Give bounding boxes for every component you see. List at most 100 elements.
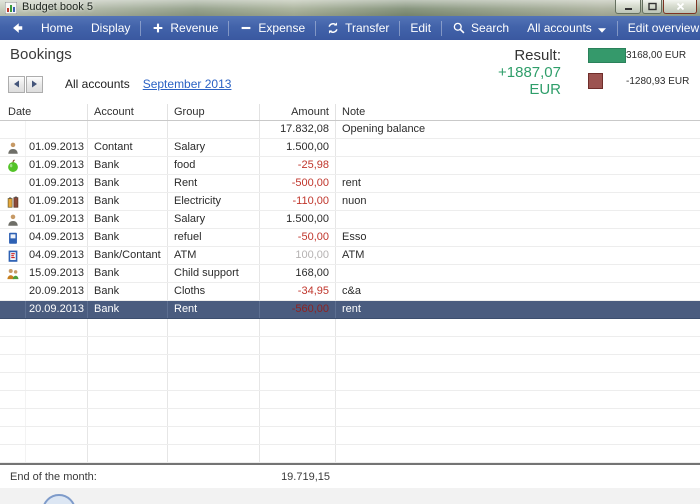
table-row-selected[interactable]: 20.09.2013BankRent-560,00rent <box>0 301 700 319</box>
cell-account: Bank <box>88 157 168 174</box>
column-header-note[interactable]: Note <box>336 104 700 120</box>
family-icon <box>0 265 26 282</box>
toolbar-item-display[interactable]: Display <box>82 16 139 40</box>
row-icon-empty <box>0 355 26 372</box>
table-row[interactable]: 15.09.2013BankChild support168,00 <box>0 265 700 283</box>
maximize-button[interactable] <box>642 0 662 14</box>
cell-account <box>88 121 168 138</box>
toolbar-item-home-label: Home <box>41 21 73 35</box>
cell-group <box>168 121 260 138</box>
toolbar-item-edit[interactable]: Edit <box>401 16 440 40</box>
cell-group: food <box>168 157 260 174</box>
table-row[interactable]: 04.09.2013Bankrefuel-50,00Esso <box>0 229 700 247</box>
toolbar-separator <box>315 21 316 36</box>
toolbar-item-search[interactable]: Search <box>443 16 518 40</box>
table-row[interactable]: 01.09.2013Bankfood-25,98 <box>0 157 700 175</box>
income-bar <box>588 48 626 63</box>
result-total: +1887,07 EUR <box>465 64 561 98</box>
cell-note <box>336 373 700 390</box>
cell-amount: -25,98 <box>260 157 336 174</box>
page-title: Bookings <box>10 46 72 63</box>
toolbar-item-transfer[interactable]: Transfer <box>317 16 398 40</box>
toolbar-item-expense[interactable]: Expense <box>230 16 314 40</box>
cell-account: Bank <box>88 283 168 300</box>
table-row[interactable]: 01.09.2013BankElectricity-110,00nuon <box>0 193 700 211</box>
column-header-date[interactable]: Date <box>0 104 88 120</box>
cell-date <box>26 445 88 462</box>
table-row[interactable]: 04.09.2013Bank/ContantATM100,00ATM <box>0 247 700 265</box>
period-navigation: All accounts September 2013 <box>8 75 231 93</box>
cell-amount: 17.832,08 <box>260 121 336 138</box>
cell-account <box>88 427 168 444</box>
row-icon-empty <box>0 445 26 462</box>
row-icon-empty <box>0 409 26 426</box>
cell-note <box>336 265 700 282</box>
toolbar-item-display-label: Display <box>91 21 130 35</box>
table-row[interactable]: 01.09.2013BankSalary1.500,00 <box>0 211 700 229</box>
table-row-empty[interactable] <box>0 373 700 391</box>
accounts-dropdown[interactable]: All accounts <box>518 16 616 40</box>
column-header-group[interactable]: Group <box>168 104 260 120</box>
cell-group: Cloths <box>168 283 260 300</box>
table-row-empty[interactable] <box>0 319 700 337</box>
table-row-empty[interactable] <box>0 337 700 355</box>
table-row-empty[interactable] <box>0 355 700 373</box>
cell-note: ATM <box>336 247 700 264</box>
column-header-account[interactable]: Account <box>88 104 168 120</box>
table-row-empty[interactable] <box>0 445 700 463</box>
cell-group <box>168 373 260 390</box>
close-button[interactable] <box>663 0 697 14</box>
cell-amount: -560,00 <box>260 301 336 318</box>
result-summary: Result: 3168,00 EUR +1887,07 EUR -1280,9… <box>465 44 678 92</box>
cell-date: 01.09.2013 <box>26 211 88 228</box>
table-row[interactable]: 01.09.2013ContantSalary1.500,00 <box>0 139 700 157</box>
result-label: Result: <box>465 47 561 64</box>
account-scope-label: All accounts <box>65 77 130 91</box>
cell-note: rent <box>336 175 700 192</box>
toolbar-item-revenue[interactable]: Revenue <box>142 16 227 40</box>
toolbar-separator <box>228 21 229 36</box>
cell-date <box>26 121 88 138</box>
window-title: Budget book 5 <box>22 1 93 13</box>
battery-icon <box>0 193 26 210</box>
table-row-empty[interactable] <box>0 427 700 445</box>
expense-bar <box>588 73 603 89</box>
plus-icon <box>151 21 165 35</box>
cell-account <box>88 355 168 372</box>
row-icon-empty <box>0 301 26 318</box>
atm-icon <box>0 247 26 264</box>
table-row-empty[interactable] <box>0 391 700 409</box>
table-row-empty[interactable] <box>0 409 700 427</box>
back-button[interactable] <box>0 16 32 40</box>
toolbar-separator <box>441 21 442 36</box>
cell-group: Salary <box>168 211 260 228</box>
previous-period-button[interactable] <box>8 76 25 93</box>
cell-amount: 168,00 <box>260 265 336 282</box>
cell-group: ATM <box>168 247 260 264</box>
cell-date <box>26 391 88 408</box>
table-row[interactable]: 20.09.2013BankCloths-34,95c&a <box>0 283 700 301</box>
cell-date: 01.09.2013 <box>26 193 88 210</box>
cell-date <box>26 337 88 354</box>
toolbar-item-home[interactable]: Home <box>32 16 82 40</box>
period-link[interactable]: September 2013 <box>143 77 232 91</box>
fuel-pump-icon <box>0 229 26 246</box>
table-row[interactable]: 01.09.2013BankRent-500,00rent <box>0 175 700 193</box>
cell-note <box>336 355 700 372</box>
cell-group <box>168 337 260 354</box>
cell-account <box>88 319 168 336</box>
chevron-down-icon <box>597 23 607 33</box>
cell-note <box>336 391 700 408</box>
toolbar-item-edit-label: Edit <box>410 21 431 35</box>
magnifier-icon <box>452 21 466 35</box>
cell-amount: -110,00 <box>260 193 336 210</box>
cell-amount <box>260 355 336 372</box>
cell-amount <box>260 445 336 462</box>
cell-account <box>88 337 168 354</box>
next-period-button[interactable] <box>26 76 43 93</box>
edit-overview-button[interactable]: Edit overview <box>619 16 700 40</box>
minimize-button[interactable] <box>615 0 641 14</box>
cell-note <box>336 409 700 426</box>
column-header-amount[interactable]: Amount <box>260 104 336 120</box>
table-row[interactable]: 17.832,08Opening balance <box>0 121 700 139</box>
